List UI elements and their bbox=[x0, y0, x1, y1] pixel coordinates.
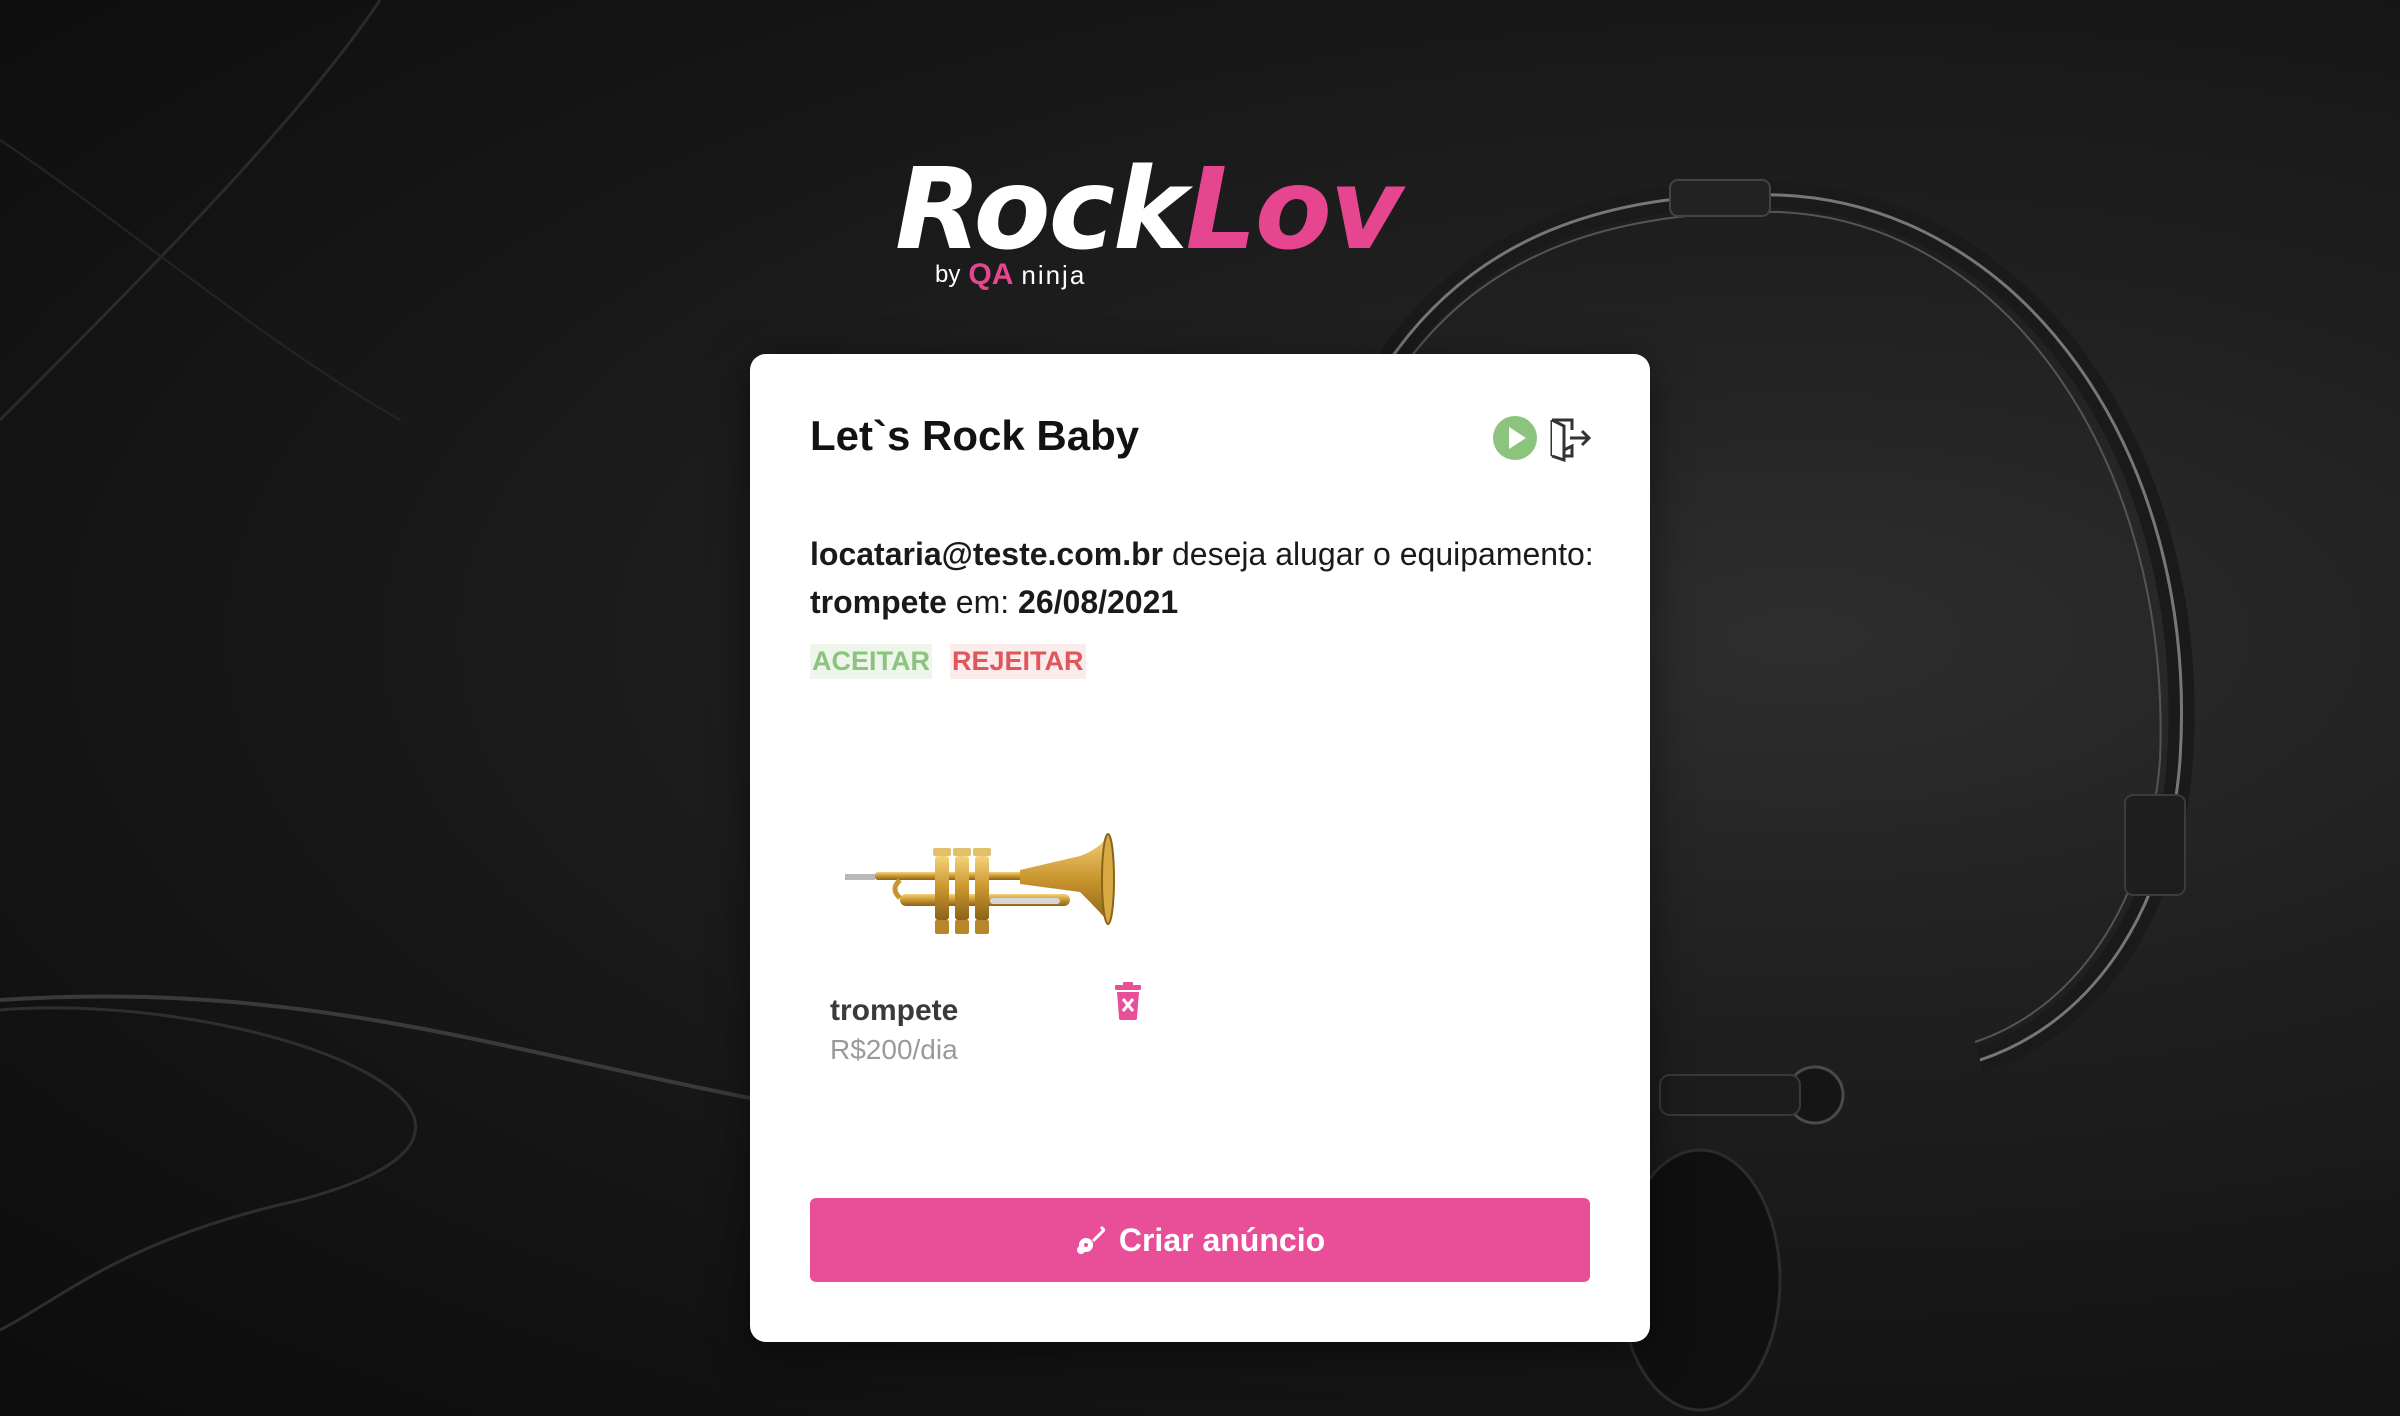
logo-by-text: by bbox=[935, 261, 961, 288]
create-ad-button[interactable]: Criar anúncio bbox=[810, 1198, 1590, 1282]
rental-request-text: locataria@teste.com.br deseja alugar o e… bbox=[810, 530, 1610, 626]
rocklov-logo: RockLov by QA ninja bbox=[895, 150, 1515, 300]
equipment-price: R$200/dia bbox=[830, 1034, 958, 1065]
equipment-name: trompete bbox=[830, 994, 959, 1027]
create-ad-label: Criar anúncio bbox=[1118, 1221, 1326, 1258]
request-equipment: trompete bbox=[810, 584, 947, 620]
trumpet-image[interactable] bbox=[840, 764, 1130, 1014]
logout-icon[interactable] bbox=[1546, 416, 1592, 462]
request-date: 26/08/2021 bbox=[1018, 584, 1179, 620]
logo-wordmark: RockLov bbox=[895, 150, 1403, 270]
logo-qa-text: QA bbox=[968, 258, 1014, 291]
request-text-2: em: bbox=[946, 584, 1019, 620]
play-circle-icon[interactable] bbox=[1493, 416, 1537, 460]
logo-rock-text: Rock bbox=[895, 145, 1187, 275]
trash-icon[interactable] bbox=[1113, 982, 1143, 1020]
logo-lov-text: Lov bbox=[1185, 145, 1402, 275]
reject-button[interactable]: REJEITAR bbox=[950, 644, 1086, 679]
request-actions: ACEITAR REJEITAR bbox=[810, 644, 1086, 679]
qa-ninja-logo-icon: QA bbox=[968, 258, 1013, 292]
page-title: Let`s Rock Baby bbox=[810, 412, 1140, 459]
request-text-1: deseja alugar o equipamento: bbox=[1163, 536, 1594, 572]
logo-byline: by QA ninja bbox=[935, 258, 1086, 292]
dashboard-card: Let`s Rock Baby locataria@teste.com.br d… bbox=[750, 354, 1650, 1342]
guitar-icon bbox=[1076, 1225, 1105, 1254]
logo-ninja-text: ninja bbox=[1021, 259, 1087, 290]
request-email: locataria@teste.com.br bbox=[810, 536, 1164, 572]
accept-button[interactable]: ACEITAR bbox=[810, 644, 932, 679]
